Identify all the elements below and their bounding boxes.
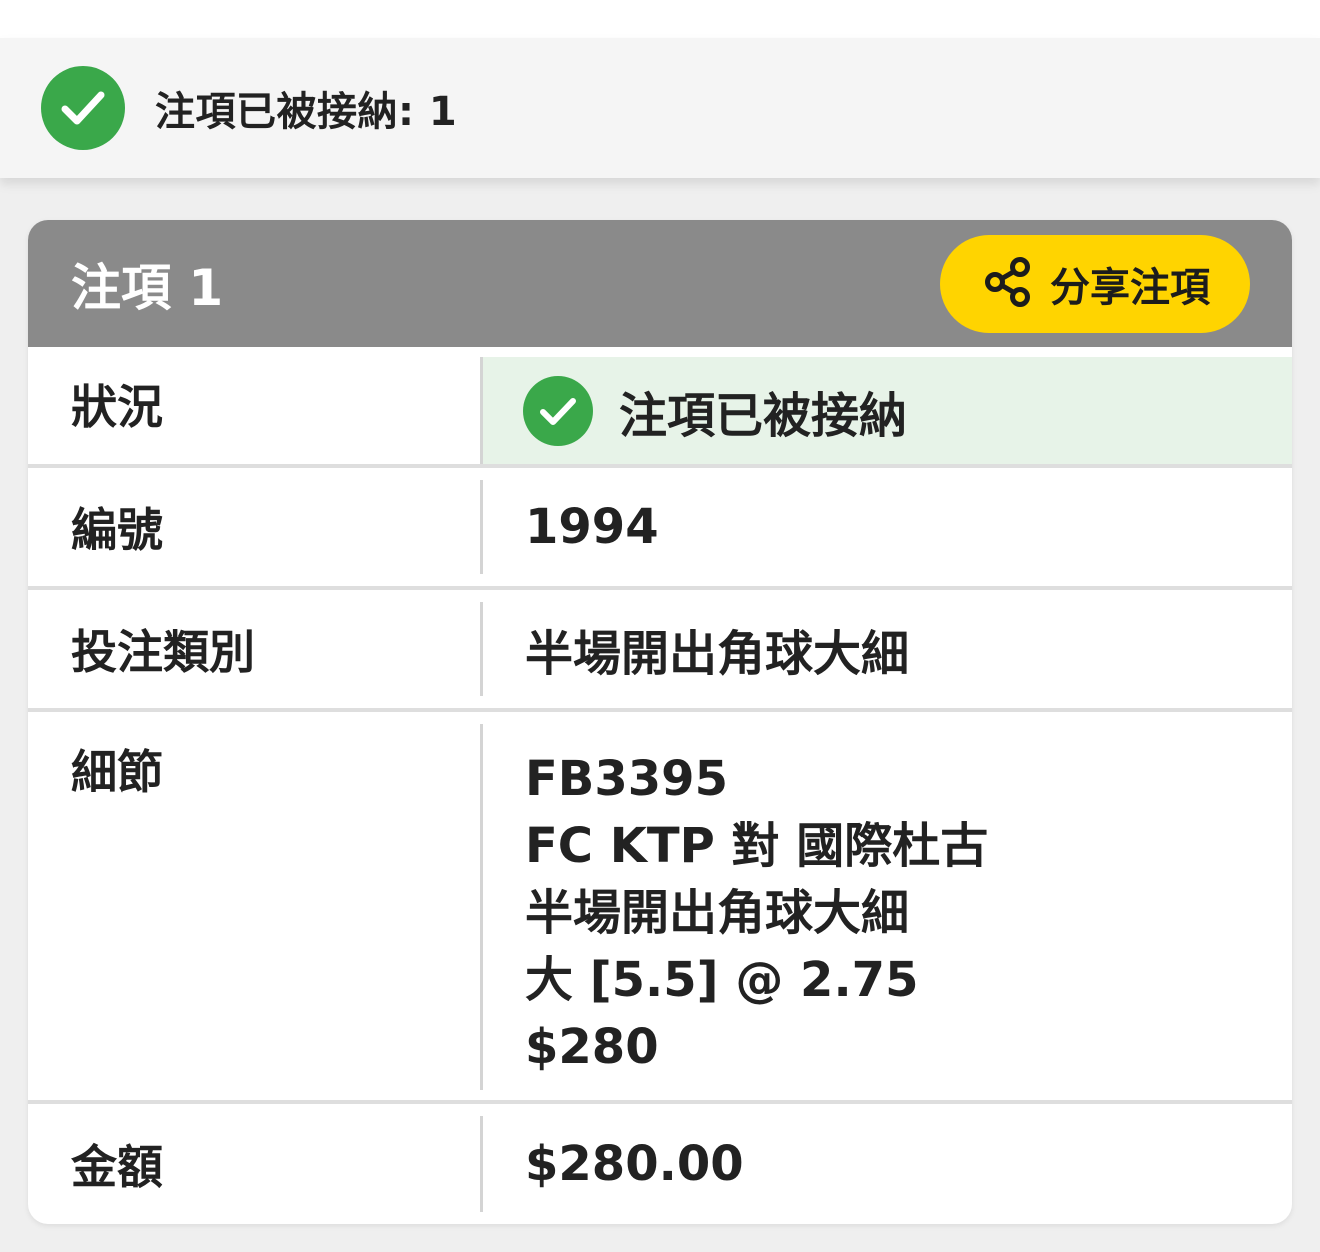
top-spacer: [0, 0, 1320, 38]
detail-pool: 半場開出角球大細: [525, 885, 910, 941]
amount-label: 金額: [71, 1140, 163, 1194]
detail-match: FC KTP 對 國際杜古: [525, 818, 989, 874]
bet-type-value: 半場開出角球大細: [480, 602, 1292, 696]
ref-no-row: 編號 1994: [28, 468, 1292, 590]
ref-no-value: 1994: [480, 480, 1292, 574]
bet-card-title: 注項 1: [71, 258, 224, 317]
amount-row: 金額 $280.00: [28, 1104, 1292, 1224]
status-row: 狀況 注項已被接納: [28, 347, 1292, 468]
details-row: 細節 FB3395 FC KTP 對 國際杜古 半場開出角球大細 大 [5.5]…: [28, 712, 1292, 1104]
amount-value: $280.00: [480, 1116, 1292, 1212]
status-label: 狀況: [71, 380, 163, 434]
status-value: 注項已被接納: [619, 387, 908, 444]
bet-type-row: 投注類別 半場開出角球大細: [28, 590, 1292, 712]
details-value: FB3395 FC KTP 對 國際杜古 半場開出角球大細 大 [5.5] @ …: [480, 724, 1292, 1090]
share-bet-label: 分享注項: [1050, 264, 1210, 311]
detail-selection-odds: 大 [5.5] @ 2.75: [525, 952, 919, 1008]
bet-card: 注項 1 分享注項 狀況 注項已被接納 編號 1994 投注類別 半場開出角球大…: [28, 220, 1292, 1224]
details-label: 細節: [71, 745, 163, 799]
acceptance-summary-bar: 注項已被接納: 1: [0, 38, 1320, 178]
detail-stake: $280: [525, 1019, 659, 1075]
share-icon: [980, 254, 1036, 314]
accepted-count-text: 注項已被接納: 1: [155, 89, 458, 135]
check-circle-icon: [41, 66, 125, 150]
share-bet-button[interactable]: 分享注項: [940, 234, 1250, 333]
bet-card-header: 注項 1 分享注項: [28, 220, 1292, 347]
status-value-cell: 注項已被接納: [480, 357, 1292, 464]
detail-event-code: FB3395: [525, 751, 728, 807]
check-circle-icon: [523, 375, 593, 446]
ref-no-label: 編號: [71, 503, 163, 557]
bet-type-label: 投注類別: [71, 625, 255, 679]
